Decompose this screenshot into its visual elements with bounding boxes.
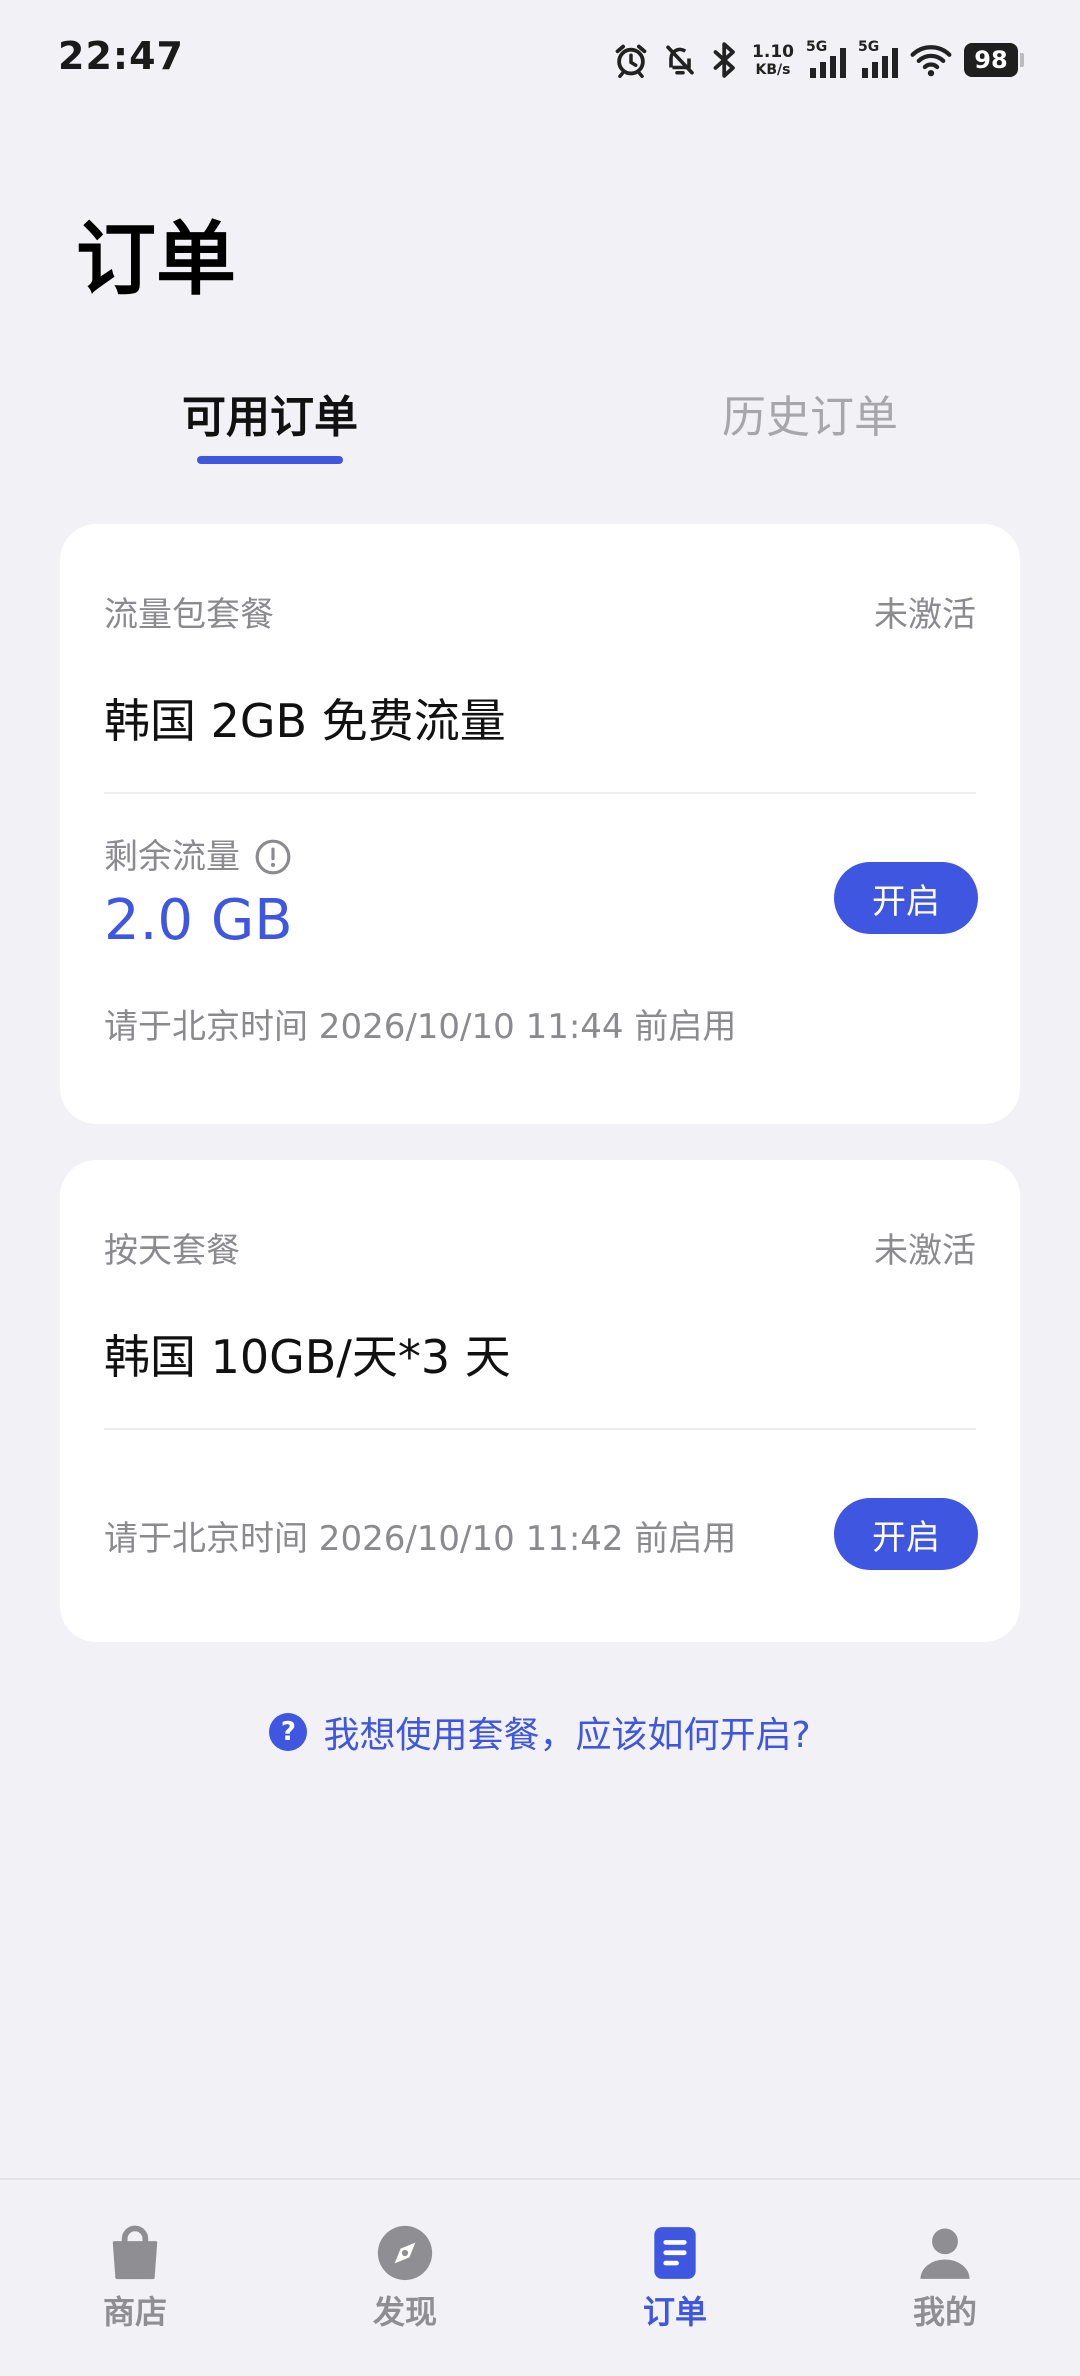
status-time: 22:47 bbox=[58, 34, 184, 78]
nav-orders[interactable]: 订单 bbox=[585, 2222, 765, 2328]
card-divider bbox=[104, 1428, 976, 1430]
bluetooth-icon bbox=[713, 42, 735, 78]
document-icon bbox=[654, 2227, 696, 2279]
order-tabs: 可用订单 历史订单 bbox=[0, 388, 1080, 468]
activate-button[interactable]: 开启 bbox=[834, 862, 978, 934]
nav-mine-label: 我的 bbox=[912, 2293, 977, 2331]
tab-available-orders[interactable]: 可用订单 bbox=[90, 388, 450, 448]
card-divider bbox=[104, 792, 976, 794]
order-card: 流量包套餐 未激活 韩国 2GB 免费流量 剩余流量 2.0 GB 开启 请于北… bbox=[60, 524, 1020, 1124]
nav-discover[interactable]: 发现 bbox=[315, 2222, 495, 2328]
compass-icon bbox=[377, 2225, 433, 2281]
battery-icon: 98 bbox=[964, 43, 1024, 77]
how-to-activate-text: 我想使用套餐，应该如何开启? bbox=[323, 1715, 811, 1756]
remaining-data-label: 剩余流量 bbox=[104, 837, 240, 877]
nav-store[interactable]: 商店 bbox=[45, 2222, 225, 2328]
question-circle-icon: ? bbox=[269, 1713, 308, 1751]
status-bar: 22:47 1.10 KB/s 5G 5G 98 bbox=[0, 0, 1080, 120]
active-tab-indicator bbox=[197, 456, 343, 464]
remaining-data-value: 2.0 GB bbox=[104, 888, 293, 953]
bottom-navigation: 商店 发现 订单 我的 bbox=[0, 2178, 1080, 2376]
bell-muted-icon bbox=[666, 45, 694, 75]
shopping-bag-icon bbox=[112, 2225, 158, 2280]
network-speed-value: 1.10 bbox=[752, 41, 794, 62]
wifi-icon bbox=[910, 45, 952, 77]
tab-history-orders[interactable]: 历史订单 bbox=[630, 388, 990, 448]
activate-deadline: 请于北京时间 2026/10/10 11:44 前启用 bbox=[104, 1007, 737, 1047]
alarm-icon bbox=[615, 44, 647, 79]
activate-deadline: 请于北京时间 2026/10/10 11:42 前启用 bbox=[104, 1519, 737, 1559]
page-title: 订单 bbox=[76, 213, 236, 306]
battery-level: 98 bbox=[964, 43, 1018, 77]
battery-cap bbox=[1020, 53, 1024, 67]
network-speed: 1.10 KB/s bbox=[752, 41, 794, 78]
sim2-signal: 5G bbox=[858, 40, 898, 80]
info-icon[interactable] bbox=[254, 838, 292, 876]
order-card: 按天套餐 未激活 韩国 10GB/天*3 天 请于北京时间 2026/10/10… bbox=[60, 1160, 1020, 1642]
order-name: 韩国 10GB/天*3 天 bbox=[104, 1330, 511, 1384]
order-category: 按天套餐 bbox=[104, 1231, 240, 1271]
network-speed-unit: KB/s bbox=[755, 61, 791, 78]
how-to-activate-link[interactable]: ? 我想使用套餐，应该如何开启? bbox=[0, 1706, 1080, 1758]
order-status: 未激活 bbox=[874, 595, 976, 635]
order-name: 韩国 2GB 免费流量 bbox=[104, 694, 506, 748]
activate-button[interactable]: 开启 bbox=[834, 1498, 978, 1570]
signal-icon bbox=[862, 48, 898, 78]
person-icon bbox=[920, 2228, 970, 2279]
nav-discover-label: 发现 bbox=[372, 2293, 437, 2331]
remaining-data-label-row: 剩余流量 bbox=[104, 838, 292, 876]
status-icons: 1.10 KB/s 5G 5G 98 bbox=[612, 36, 1024, 84]
signal-icon bbox=[810, 48, 846, 78]
nav-orders-label: 订单 bbox=[642, 2293, 707, 2331]
sim1-signal: 5G bbox=[806, 40, 846, 80]
nav-store-label: 商店 bbox=[102, 2293, 167, 2331]
order-category: 流量包套餐 bbox=[104, 595, 274, 635]
order-status: 未激活 bbox=[874, 1231, 976, 1271]
nav-mine[interactable]: 我的 bbox=[855, 2222, 1035, 2328]
